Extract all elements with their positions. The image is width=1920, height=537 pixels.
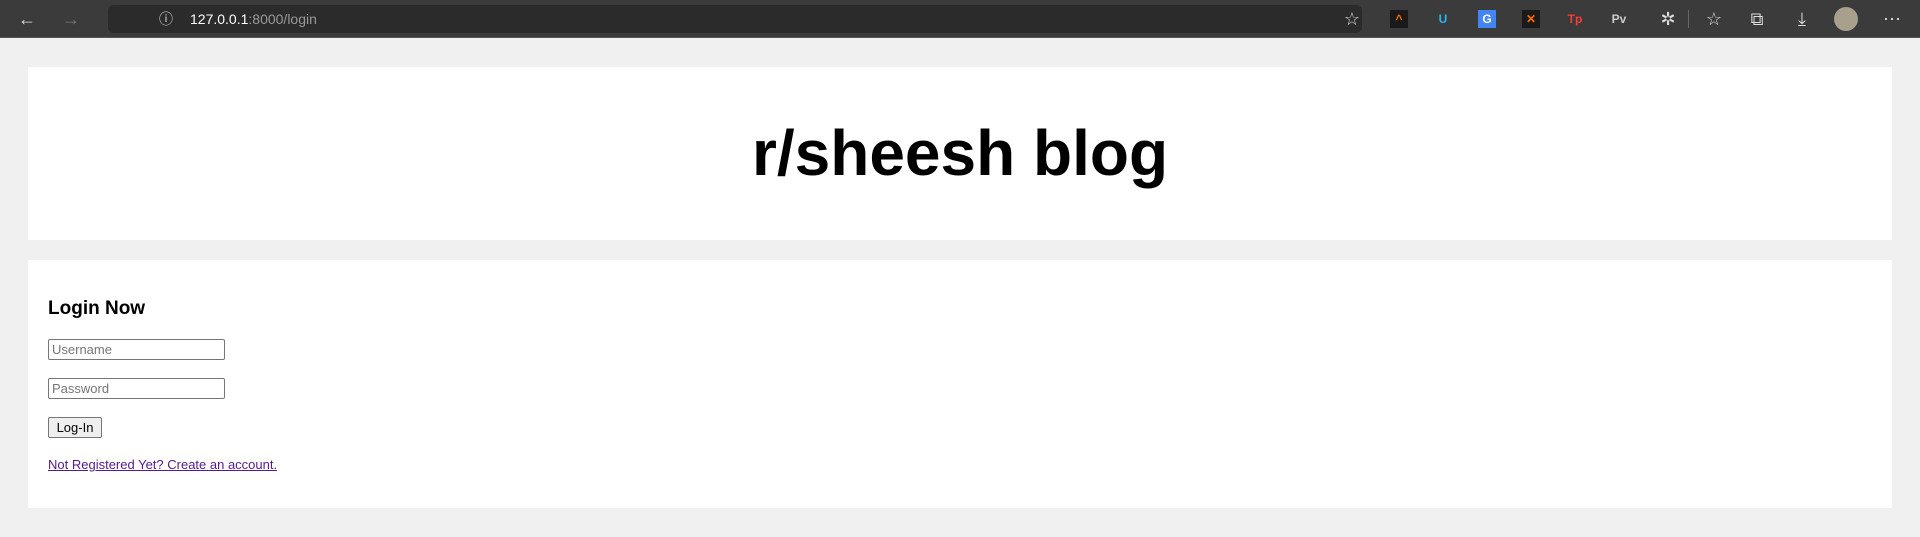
ext-google-translate-icon[interactable]: G (1478, 10, 1496, 28)
forward-icon[interactable]: → (59, 7, 83, 31)
url-host: 127.0.0.1 (190, 11, 249, 27)
ext-owl-icon[interactable]: U (1434, 10, 1452, 28)
login-heading: Login Now (48, 298, 146, 319)
favorites-icon[interactable]: ☆ (1702, 7, 1726, 31)
browser-toolbar: ← → ↻ ⓘ 127.0.0.1:8000/login ☆ ^UG✕TpPv … (0, 0, 1920, 38)
username-input[interactable] (48, 339, 225, 360)
site-info-icon[interactable]: ⓘ (154, 7, 178, 31)
extensions-icon[interactable]: ✲ (1656, 7, 1680, 31)
login-button[interactable]: Log-In (48, 417, 102, 438)
add-favorite-icon[interactable]: ☆ (1340, 7, 1364, 31)
login-card: Login Now Log-In Not Registered Yet? Cre… (28, 260, 1892, 508)
ext-chevrons-icon[interactable]: ^ (1390, 10, 1408, 28)
downloads-icon[interactable]: ⤓ (1790, 7, 1814, 31)
url-text[interactable]: 127.0.0.1:8000/login (190, 11, 317, 27)
divider (1688, 10, 1689, 28)
page-title: r/sheesh blog (751, 117, 1169, 189)
url-path: :8000/login (248, 11, 317, 27)
ext-x-icon[interactable]: ✕ (1522, 10, 1540, 28)
register-link[interactable]: Not Registered Yet? Create an account. (48, 457, 277, 472)
back-icon[interactable]: ← (15, 7, 39, 31)
password-input[interactable] (48, 378, 225, 399)
ext-pv-icon[interactable]: Pv (1610, 10, 1628, 28)
more-icon[interactable]: ⋯ (1880, 7, 1904, 31)
ext-tp-icon[interactable]: Tp (1566, 10, 1584, 28)
header-card: r/sheesh blog (28, 67, 1892, 240)
collections-icon[interactable]: ⧉ (1745, 7, 1769, 31)
profile-avatar[interactable] (1834, 7, 1858, 31)
